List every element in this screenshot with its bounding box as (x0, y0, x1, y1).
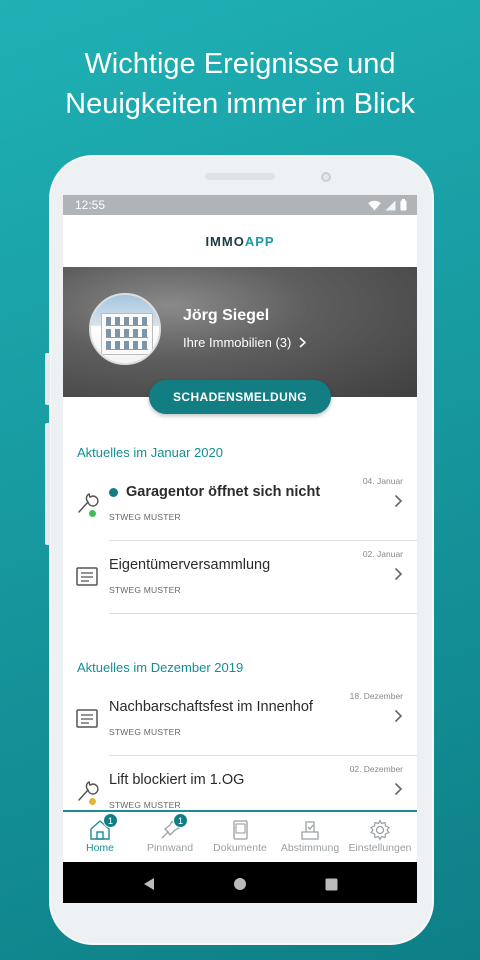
list-item[interactable]: Nachbarschaftsfest im Innenhof STWEG MUS… (63, 683, 417, 756)
chevron-right-icon (394, 709, 403, 723)
phone-frame: 12:55 IMMO APP Jörg Siegel Ihre Immobilie… (45, 155, 434, 945)
user-name: Jörg Siegel (183, 307, 270, 324)
status-time: 12:55 (75, 198, 106, 212)
item-title: Lift blockiert im 1.OG (109, 772, 244, 788)
recents-icon[interactable] (325, 878, 338, 891)
section-title-december: Aktuelles im Dezember 2019 (77, 660, 244, 675)
home-circle-icon[interactable] (233, 877, 247, 891)
chevron-right-icon (394, 494, 403, 508)
item-subtitle: STWEG MUSTER (109, 800, 181, 810)
phone-volume-button (45, 353, 50, 405)
nav-abstimmung[interactable]: Abstimmung (275, 812, 345, 862)
chevron-right-icon (394, 782, 403, 796)
item-title-text: Nachbarschaftsfest im Innenhof (109, 699, 313, 715)
app-logo-part2: APP (244, 233, 275, 249)
status-dot-yellow (89, 798, 96, 805)
item-date: 18. Dezember (349, 691, 403, 701)
app-header: IMMO APP (63, 215, 417, 267)
document-icon (76, 567, 98, 586)
item-date: 02. Januar (362, 549, 403, 559)
chevron-right-icon (299, 337, 307, 348)
phone-camera (321, 172, 331, 182)
profile-header: Jörg Siegel Ihre Immobilien (3) (63, 267, 417, 397)
list-item[interactable]: Lift blockiert im 1.OG STWEG MUSTER 02. … (63, 756, 417, 810)
properties-link[interactable]: Ihre Immobilien (3) (183, 335, 307, 350)
back-icon[interactable] (142, 877, 156, 891)
nav-label: Dokumente (213, 842, 267, 854)
bottom-navigation: 1 Home 1 Pinnwand Dokumente Abstimmung E… (63, 810, 417, 862)
nav-dokumente[interactable]: Dokumente (205, 812, 275, 862)
item-subtitle: STWEG MUSTER (109, 512, 181, 522)
signal-icon (385, 200, 396, 210)
unread-indicator (109, 487, 118, 497)
nav-pinnwand[interactable]: 1 Pinnwand (135, 812, 205, 862)
item-title: Nachbarschaftsfest im Innenhof (109, 699, 313, 715)
news-feed: Aktuelles im Januar 2020 Garagentor öffn… (63, 397, 417, 810)
item-title-text: Lift blockiert im 1.OG (109, 772, 245, 788)
battery-icon (400, 199, 407, 211)
status-dot-green (89, 510, 96, 517)
document-icon (76, 709, 98, 728)
status-bar: 12:55 (63, 195, 417, 215)
gear-icon (370, 819, 390, 841)
section-title-january: Aktuelles im Januar 2020 (77, 445, 223, 460)
divider (109, 613, 417, 614)
item-title: Garagentor öffnet sich nicht (109, 484, 320, 500)
status-icons (368, 199, 407, 211)
item-date: 02. Dezember (349, 764, 403, 774)
wifi-icon (368, 200, 381, 210)
properties-link-label: Ihre Immobilien (3) (183, 335, 292, 350)
vote-icon (301, 821, 319, 840)
item-title: Eigentümerversammlung (109, 557, 270, 573)
app-logo-part1: IMMO (205, 233, 245, 249)
nav-badge: 1 (103, 813, 118, 828)
headline-line-1: Wichtige Ereignisse und (84, 48, 396, 80)
app-screen: 12:55 IMMO APP Jörg Siegel Ihre Immobilie… (63, 195, 417, 903)
promo-headline: Wichtige Ereignisse und Neuigkeiten imme… (0, 44, 480, 124)
item-title-text: Eigentümerversammlung (109, 557, 271, 573)
item-title-text: Garagentor öffnet sich nicht (126, 484, 321, 500)
item-date: 04. Januar (362, 476, 403, 486)
phone-speaker (205, 173, 275, 180)
building-image (101, 313, 153, 355)
property-avatar (89, 293, 161, 365)
phone-side-button (45, 423, 50, 545)
nav-label: Abstimmung (280, 842, 340, 854)
item-subtitle: STWEG MUSTER (109, 585, 181, 595)
nav-label: Home (85, 842, 114, 854)
nav-badge: 1 (173, 813, 188, 828)
headline-line-2: Neuigkeiten immer im Blick (65, 88, 415, 120)
chevron-right-icon (394, 567, 403, 581)
nav-label: Einstellungen (348, 842, 412, 854)
nav-einstellungen[interactable]: Einstellungen (345, 812, 415, 862)
list-item[interactable]: Eigentümerversammlung STWEG MUSTER 02. J… (63, 541, 417, 614)
nav-home[interactable]: 1 Home (65, 812, 135, 862)
list-item[interactable]: Garagentor öffnet sich nicht STWEG MUSTE… (63, 468, 417, 541)
system-navigation-bar (63, 862, 417, 903)
nav-label: Pinnwand (146, 842, 194, 854)
item-subtitle: STWEG MUSTER (109, 727, 181, 737)
documents-icon (233, 820, 248, 840)
